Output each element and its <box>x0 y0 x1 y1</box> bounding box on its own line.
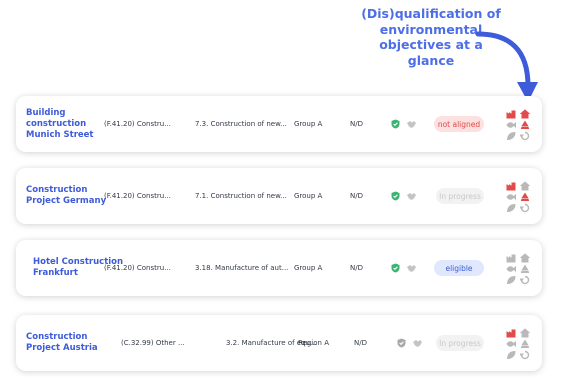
factory-icon <box>506 329 516 338</box>
nace-code: (F.41.20) Constru... <box>104 264 171 272</box>
nace-code: (F.41.20) Constru... <box>104 192 171 200</box>
status-badge: not aligned <box>434 116 484 132</box>
environmental-objectives-grid <box>506 253 534 285</box>
shield-check-icon <box>391 191 400 201</box>
recycle-icon <box>520 192 530 201</box>
leaf-icon <box>506 275 516 285</box>
project-row[interactable]: Construction Project Germany (F.41.20) C… <box>16 168 542 224</box>
house-icon <box>520 109 530 119</box>
group-label: Region A <box>298 339 329 347</box>
recycle-icon <box>520 120 530 129</box>
cycle-icon <box>520 350 530 360</box>
activity-description: 7.1. Construction of new... <box>195 192 287 200</box>
fish-icon <box>506 265 516 273</box>
safeguard-icons <box>391 168 417 224</box>
value-label: N/D <box>350 120 363 128</box>
project-name[interactable]: Construction Project Austria <box>26 315 118 371</box>
leaf-icon <box>506 203 516 213</box>
value-label: N/D <box>350 264 363 272</box>
environmental-objectives-grid <box>506 181 534 213</box>
factory-icon <box>506 182 516 191</box>
safeguard-icons <box>391 240 417 296</box>
fish-icon <box>506 121 516 129</box>
fish-icon <box>506 193 516 201</box>
shield-check-icon <box>391 263 400 273</box>
activity-description: 3.18. Manufacture of aut... <box>195 264 289 272</box>
activity-description: 7.3. Construction of new... <box>195 120 287 128</box>
handshake-icon <box>407 192 416 200</box>
environmental-objectives-grid <box>506 328 534 360</box>
house-icon <box>520 253 530 263</box>
recycle-icon <box>520 339 530 348</box>
safeguard-icons <box>397 315 423 371</box>
cycle-icon <box>520 131 530 141</box>
callout-line-1: (Dis)qualification of <box>361 6 501 21</box>
group-label: Group A <box>294 192 323 200</box>
factory-icon <box>506 254 516 263</box>
fish-icon <box>506 340 516 348</box>
safeguard-icons <box>391 96 417 152</box>
house-icon <box>520 181 530 191</box>
handshake-icon <box>413 339 422 347</box>
status-badge: eligible <box>434 260 484 276</box>
status-badge: In progress <box>436 188 484 204</box>
cycle-icon <box>520 203 530 213</box>
project-name-line-2: Project Austria <box>26 343 98 353</box>
handshake-icon <box>407 264 416 272</box>
leaf-icon <box>506 131 516 141</box>
nace-code: (C.32.99) Other ... <box>121 339 185 347</box>
project-row[interactable]: Hotel Construction Frankfurt (F.41.20) C… <box>16 240 542 296</box>
project-row[interactable]: Building construction Munich Street (F.4… <box>16 96 542 152</box>
environmental-objectives-grid <box>506 109 534 141</box>
project-name-line-1: Construction <box>26 332 88 342</box>
status-badge: In progress <box>436 335 484 351</box>
house-icon <box>520 328 530 338</box>
project-row[interactable]: Construction Project Austria (C.32.99) O… <box>16 315 542 371</box>
cycle-icon <box>520 275 530 285</box>
shield-check-icon <box>391 119 400 129</box>
factory-icon <box>506 110 516 119</box>
group-label: Group A <box>294 120 323 128</box>
recycle-icon <box>520 264 530 273</box>
leaf-icon <box>506 350 516 360</box>
value-label: N/D <box>354 339 367 347</box>
shield-check-icon <box>397 338 406 348</box>
value-label: N/D <box>350 192 363 200</box>
nace-code: (F.41.20) Constru... <box>104 120 171 128</box>
handshake-icon <box>407 120 416 128</box>
group-label: Group A <box>294 264 323 272</box>
